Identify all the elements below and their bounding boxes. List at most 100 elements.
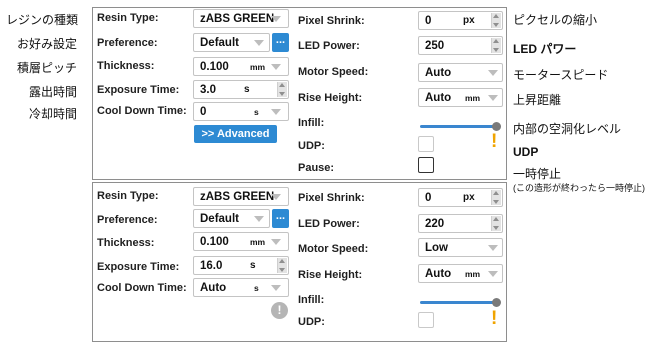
led-power-value: 250 xyxy=(425,40,445,52)
info-icon[interactable]: ! xyxy=(271,302,288,319)
led-power-label: LED Power: xyxy=(298,218,360,230)
chevron-down-icon xyxy=(488,70,498,76)
infill-slider-track[interactable] xyxy=(420,125,496,128)
preference-value: Default xyxy=(200,213,239,225)
resin-type-select[interactable]: zABS GREEN xyxy=(193,9,289,28)
note-pause: 一時停止 xyxy=(513,167,562,181)
stepper-arrows-icon[interactable] xyxy=(491,190,501,205)
cool-down-time-value: Auto xyxy=(200,282,227,294)
note-exposure-time: 露出時間 xyxy=(29,85,78,99)
thickness-label: Thickness: xyxy=(97,237,155,249)
infill-label: Infill: xyxy=(298,294,325,306)
motor-speed-value: Low xyxy=(425,242,448,254)
cool-down-time-label: Cool Down Time: xyxy=(97,105,187,117)
preference-select[interactable]: Default xyxy=(193,209,270,228)
advanced-button[interactable]: >> Advanced xyxy=(194,125,277,143)
thickness-label: Thickness: xyxy=(97,60,155,72)
exposure-time-value: 3.0 xyxy=(200,84,216,96)
resin-type-value: zABS GREEN xyxy=(200,13,275,25)
pixel-shrink-value: 0 xyxy=(425,15,432,27)
udp-label: UDP: xyxy=(298,316,325,328)
chevron-down-icon xyxy=(271,16,281,22)
pixel-shrink-unit: px xyxy=(463,15,475,26)
infill-slider-thumb[interactable] xyxy=(492,122,501,131)
chevron-down-icon xyxy=(271,239,281,245)
led-power-stepper[interactable]: 220 xyxy=(418,214,503,233)
pixel-shrink-label: Pixel Shrink: xyxy=(298,192,365,204)
cool-down-time-value: 0 xyxy=(200,106,207,118)
thickness-select[interactable]: 0.100 mm xyxy=(193,57,289,76)
chevron-down-icon xyxy=(488,271,498,277)
exposure-time-stepper[interactable]: 3.0 s xyxy=(193,80,289,99)
cool-down-time-label: Cool Down Time: xyxy=(97,282,187,294)
chevron-down-icon xyxy=(271,64,281,70)
stepper-arrows-icon[interactable] xyxy=(491,38,501,53)
preference-more-button[interactable]: ... xyxy=(272,209,289,228)
stepper-arrows-icon[interactable] xyxy=(491,13,501,28)
exposure-time-unit: s xyxy=(250,260,256,271)
resin-type-select[interactable]: zABS GREEN xyxy=(193,187,289,206)
stepper-arrows-icon[interactable] xyxy=(277,258,287,273)
note-pixel-shrink: ピクセルの縮小 xyxy=(513,13,598,27)
rise-height-select[interactable]: Auto mm xyxy=(418,88,503,107)
led-power-stepper[interactable]: 250 xyxy=(418,36,503,55)
chevron-down-icon xyxy=(271,109,281,115)
rise-height-unit: mm xyxy=(465,93,481,103)
resin-type-value: zABS GREEN xyxy=(200,191,275,203)
preference-more-button[interactable]: ... xyxy=(272,33,289,52)
rise-height-select[interactable]: Auto mm xyxy=(418,264,503,283)
exposure-time-label: Exposure Time: xyxy=(97,84,180,96)
note-led-power: LED パワー xyxy=(513,42,577,56)
preference-select[interactable]: Default xyxy=(193,33,270,52)
thickness-value: 0.100 xyxy=(200,236,229,248)
cool-down-time-unit: s xyxy=(254,107,259,117)
chevron-down-icon xyxy=(488,95,498,101)
warning-icon: ! xyxy=(491,131,498,152)
preference-label: Preference: xyxy=(97,214,158,226)
motor-speed-select[interactable]: Auto xyxy=(418,63,503,82)
infill-slider-thumb[interactable] xyxy=(492,298,501,307)
note-preference: お好み設定 xyxy=(17,37,78,51)
rise-height-value: Auto xyxy=(425,92,452,104)
exposure-time-unit: s xyxy=(244,84,250,95)
udp-label: UDP: xyxy=(298,140,325,152)
resin-type-label: Resin Type: xyxy=(97,190,159,202)
stepper-arrows-icon[interactable] xyxy=(277,82,287,97)
preference-value: Default xyxy=(200,37,239,49)
pixel-shrink-stepper[interactable]: 0 px xyxy=(418,11,503,30)
pixel-shrink-stepper[interactable]: 0 px xyxy=(418,188,503,207)
rise-height-label: Rise Height: xyxy=(298,269,363,281)
thickness-unit: mm xyxy=(250,237,266,247)
note-cool-down-time: 冷却時間 xyxy=(29,107,78,121)
motor-speed-label: Motor Speed: xyxy=(298,66,369,78)
resin-type-label: Resin Type: xyxy=(97,12,159,24)
pixel-shrink-label: Pixel Shrink: xyxy=(298,15,365,27)
pause-checkbox[interactable] xyxy=(418,157,434,173)
udp-checkbox[interactable] xyxy=(418,136,434,152)
motor-speed-label: Motor Speed: xyxy=(298,243,369,255)
cool-down-time-select[interactable]: 0 s xyxy=(193,102,289,121)
motor-speed-select[interactable]: Low xyxy=(418,238,503,257)
note-resin-type: レジンの種類 xyxy=(6,13,79,27)
cool-down-time-select[interactable]: Auto s xyxy=(193,278,289,297)
infill-slider-track[interactable] xyxy=(420,301,496,304)
note-pause-sub: (この造形が終わったら一時停止) xyxy=(513,183,645,193)
rise-height-value: Auto xyxy=(425,268,452,280)
led-power-label: LED Power: xyxy=(298,40,360,52)
note-motor-speed: モータースピード xyxy=(513,68,609,82)
thickness-value: 0.100 xyxy=(200,61,229,73)
note-thickness: 積層ピッチ xyxy=(17,61,78,75)
exposure-time-stepper[interactable]: 16.0 s xyxy=(193,256,289,275)
exposure-time-value: 16.0 xyxy=(200,260,223,272)
pause-label: Pause: xyxy=(298,162,335,174)
chevron-down-icon xyxy=(271,194,281,200)
rise-height-unit: mm xyxy=(465,269,481,279)
chevron-down-icon xyxy=(271,285,281,291)
thickness-select[interactable]: 0.100 mm xyxy=(193,232,289,251)
stepper-arrows-icon[interactable] xyxy=(491,216,501,231)
udp-checkbox[interactable] xyxy=(418,312,434,328)
infill-label: Infill: xyxy=(298,117,325,129)
pixel-shrink-unit: px xyxy=(463,192,475,203)
led-power-value: 220 xyxy=(425,218,445,230)
motor-speed-value: Auto xyxy=(425,67,452,79)
